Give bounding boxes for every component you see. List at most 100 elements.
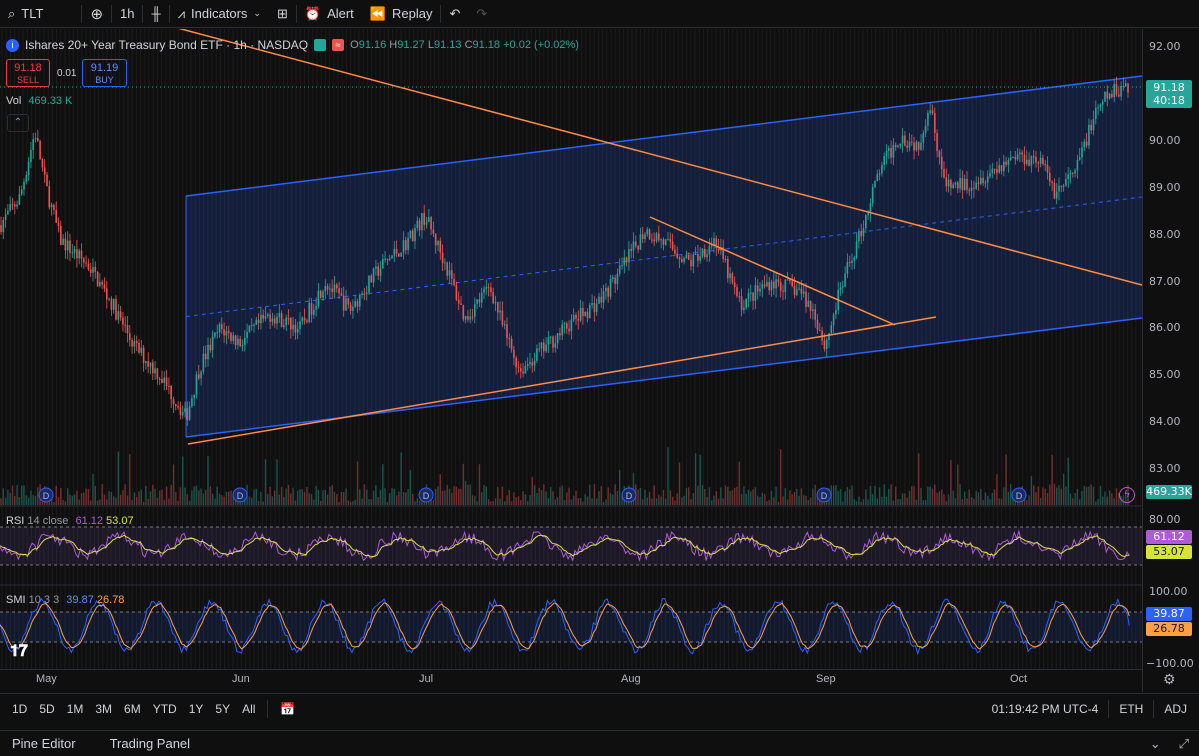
volume-bar	[768, 500, 770, 505]
range-all[interactable]: All	[236, 702, 261, 716]
sell-button[interactable]: 91.18 SELL	[6, 59, 50, 87]
lightning-icon[interactable]: ϟ	[1119, 487, 1135, 503]
info-icon[interactable]: i	[6, 38, 19, 52]
candle-body	[0, 225, 2, 233]
smi-pane[interactable]	[0, 597, 1142, 656]
tradingview-logo[interactable]: 𝟏𝟕	[10, 643, 28, 661]
grid-icon: ⊞	[276, 5, 288, 21]
volume-bar	[110, 491, 113, 505]
flag-icon[interactable]: ≈	[332, 39, 345, 51]
volume-bar	[221, 495, 223, 505]
range-1y[interactable]: 1Y	[183, 702, 210, 716]
rsi-pane[interactable]	[0, 526, 1142, 566]
candle-body	[287, 317, 290, 319]
interval-button[interactable]: 1h	[112, 0, 142, 28]
volume-bar	[395, 495, 398, 505]
price-tick: 84.00	[1149, 415, 1181, 429]
compare-symbol-button[interactable]: ⊕	[82, 0, 111, 28]
candle-body	[269, 314, 271, 322]
volume-bar	[1062, 473, 1065, 505]
candle-body	[149, 362, 152, 367]
range-1d[interactable]: 1D	[6, 702, 33, 716]
collapse-legend-button[interactable]: ⌃	[7, 114, 29, 132]
collapse-panel-icon[interactable]: ⌄	[1142, 736, 1169, 752]
volume-bar	[582, 501, 584, 505]
volume-bar	[952, 490, 954, 505]
volume-bar	[363, 484, 366, 505]
tab-trading-panel[interactable]: Trading Panel	[98, 736, 202, 751]
candle-body	[520, 368, 522, 372]
candle-body	[729, 273, 731, 279]
candle-body	[124, 324, 126, 326]
candle-body	[140, 347, 143, 353]
candle-body	[294, 324, 297, 333]
candle-body	[32, 139, 34, 151]
candle-body	[963, 179, 966, 191]
volume-bar	[497, 486, 499, 505]
date-axis[interactable]	[0, 669, 1142, 691]
volume-bar	[991, 492, 993, 505]
volume-bar	[294, 500, 297, 505]
clock-time[interactable]: 01:19:42 PM UTC-4	[986, 702, 1105, 716]
date-label-sep: Sep	[816, 673, 836, 685]
volume-bar	[522, 491, 524, 505]
redo-button[interactable]: ↷	[468, 0, 495, 28]
candle-body	[612, 277, 614, 280]
calendar-icon[interactable]: 📅	[274, 702, 301, 716]
candle-body	[469, 316, 471, 320]
settings-gear-icon[interactable]: ⚙	[1163, 671, 1176, 688]
candle-body	[846, 262, 849, 274]
volume-bar	[660, 496, 662, 505]
volume-bar	[901, 493, 904, 505]
candle-body	[237, 338, 239, 346]
volume-bar	[814, 484, 816, 505]
range-6m[interactable]: 6M	[118, 702, 147, 716]
chevron-up-icon: ⌃	[13, 117, 23, 128]
replay-button[interactable]: ⏪ Replay	[362, 0, 441, 28]
tab-pine-editor[interactable]: Pine Editor	[0, 736, 88, 751]
chart-area[interactable]: DDDDDD	[0, 29, 1199, 692]
volume-bar	[1030, 476, 1033, 505]
candle-body	[1118, 94, 1120, 97]
session-button[interactable]: ETH	[1113, 702, 1149, 716]
volume-bar	[566, 492, 568, 505]
range-5d[interactable]: 5D	[33, 702, 60, 716]
alert-button[interactable]: ⏰ Alert	[297, 0, 362, 28]
volume-bar	[338, 501, 340, 505]
adjustment-button[interactable]: ADJ	[1158, 702, 1193, 716]
candle-body	[462, 304, 465, 320]
candle-body	[324, 286, 327, 292]
range-1m[interactable]: 1M	[61, 702, 90, 716]
indicators-label: Indicators	[191, 6, 248, 21]
chart-canvas[interactable]: DDDDDD	[0, 29, 1199, 692]
candle-body	[492, 292, 494, 304]
volume-bar	[2, 488, 4, 505]
chart-type-button[interactable]: ╫	[143, 0, 168, 28]
candle-body	[736, 287, 738, 297]
candle-body	[441, 252, 444, 264]
range-3m[interactable]: 3M	[89, 702, 118, 716]
volume-bar	[862, 499, 865, 505]
candle-body	[793, 285, 796, 295]
redo-icon: ↷	[476, 5, 488, 21]
maximize-panel-icon[interactable]: ⤢	[1169, 736, 1199, 752]
volume-bar	[292, 487, 294, 505]
range-ytd[interactable]: YTD	[147, 702, 183, 716]
indicators-button[interactable]: ⩘ Indicators ⌄	[170, 0, 269, 28]
candle-body	[66, 240, 69, 251]
buy-button[interactable]: 91.19 BUY	[82, 59, 127, 87]
range-5y[interactable]: 5Y	[209, 702, 236, 716]
volume-bar	[573, 495, 575, 505]
volume-bar	[285, 488, 287, 505]
layouts-button[interactable]: ⊞	[269, 0, 296, 28]
volume-bar	[690, 499, 692, 505]
volume-bar	[492, 501, 494, 505]
symbol-search-button[interactable]: ⌕ TLT	[0, 0, 51, 28]
volume-bar	[563, 500, 566, 505]
candle-body	[754, 285, 757, 301]
eye-icon[interactable]	[314, 39, 327, 51]
volume-bar	[869, 485, 872, 505]
candle-body	[904, 135, 906, 146]
candle-body	[1007, 160, 1010, 165]
undo-button[interactable]: ↶	[441, 0, 468, 28]
